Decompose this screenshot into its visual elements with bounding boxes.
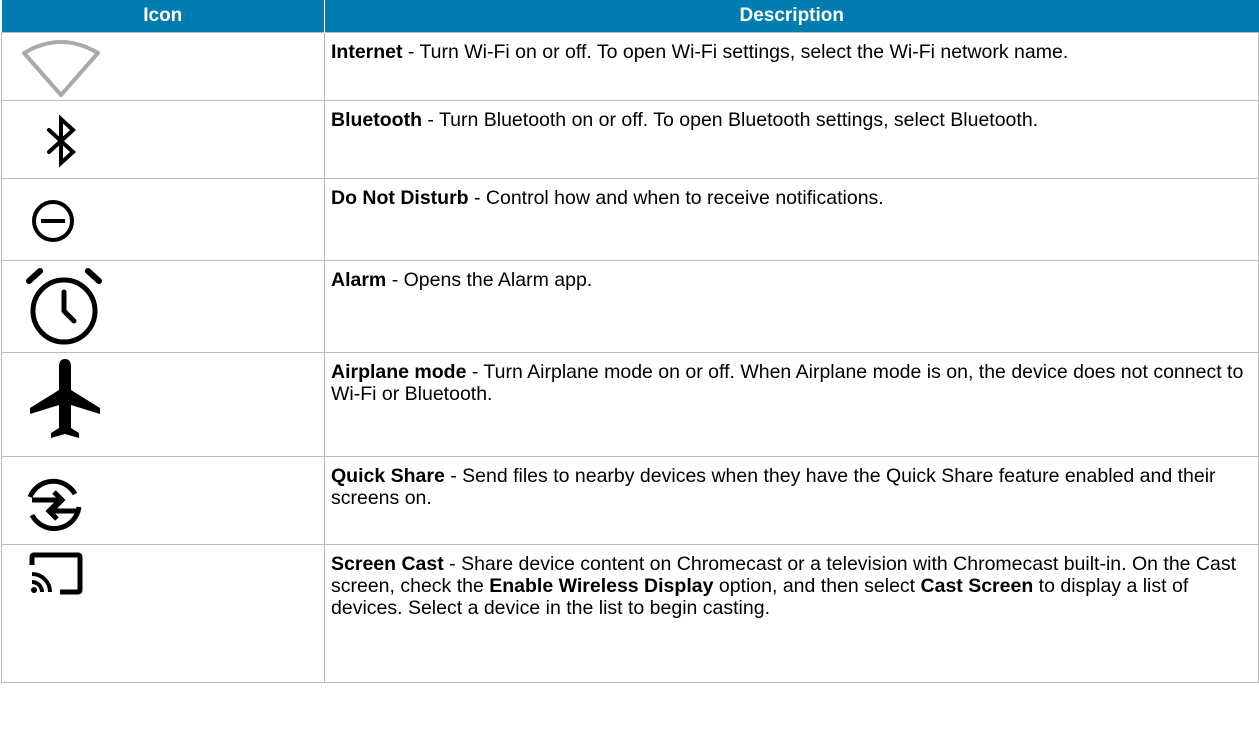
bluetooth-icon	[2, 101, 102, 179]
alarm-icon	[2, 261, 112, 353]
description-cell: Alarm - Opens the Alarm app.	[324, 260, 1259, 353]
feature-name: Internet	[331, 41, 403, 63]
feature-description: - Send files to nearby devices when they…	[331, 465, 1216, 509]
icon-description-table: Icon Description Internet - Turn Wi-Fi o…	[1, 0, 1259, 683]
icon-cell	[1, 456, 325, 545]
feature-description: - Turn Bluetooth on or off. To open Blue…	[421, 109, 1039, 131]
table-row-alarm: Alarm - Opens the Alarm app.	[1, 260, 1259, 353]
cast-screen-text: Cast Screen	[920, 575, 1034, 597]
description-cell: Do Not Disturb - Control how and when to…	[324, 178, 1259, 261]
table-row-do-not-disturb: Do Not Disturb - Control how and when to…	[1, 178, 1259, 261]
description-cell: Airplane mode - Turn Airplane mode on or…	[324, 352, 1259, 457]
feature-name: Screen Cast	[331, 553, 444, 575]
table-row-airplane-mode: Airplane mode - Turn Airplane mode on or…	[1, 352, 1259, 457]
do-not-disturb-icon	[2, 179, 102, 261]
table-header-row: Icon Description	[1, 0, 1259, 33]
feature-description: option, and then select	[713, 575, 921, 597]
feature-description: - Turn Wi-Fi on or off. To open Wi-Fi se…	[402, 41, 1069, 63]
feature-name: Alarm	[331, 269, 387, 291]
icon-cell	[1, 100, 325, 179]
table-row-internet: Internet - Turn Wi-Fi on or off. To open…	[1, 32, 1259, 101]
description-cell: Quick Share - Send files to nearby devic…	[324, 456, 1259, 545]
table-row-quick-share: Quick Share - Send files to nearby devic…	[1, 456, 1259, 545]
feature-description: - Turn Airplane mode on or off. When Air…	[331, 361, 1244, 405]
description-cell: Internet - Turn Wi-Fi on or off. To open…	[324, 32, 1259, 101]
icon-cell	[1, 178, 325, 261]
icon-cell	[1, 544, 325, 683]
feature-name: Do Not Disturb	[331, 187, 469, 209]
feature-description: - Control how and when to receive notifi…	[468, 187, 884, 209]
airplane-icon	[2, 353, 112, 457]
column-header-description: Description	[324, 0, 1259, 33]
icon-cell	[1, 32, 325, 101]
table-row-screen-cast: Screen Cast - Share device content on Ch…	[1, 544, 1259, 683]
feature-name: Bluetooth	[331, 109, 422, 131]
enable-wireless-display-text: Enable Wireless Display	[489, 575, 714, 597]
description-cell: Bluetooth - Turn Bluetooth on or off. To…	[324, 100, 1259, 179]
column-header-icon: Icon	[1, 0, 325, 33]
table-row-bluetooth: Bluetooth - Turn Bluetooth on or off. To…	[1, 100, 1259, 179]
feature-name: Quick Share	[331, 465, 445, 487]
feature-name: Airplane mode	[331, 361, 467, 383]
feature-description: - Opens the Alarm app.	[386, 269, 593, 291]
icon-cell	[1, 260, 325, 353]
description-cell: Screen Cast - Share device content on Ch…	[324, 544, 1259, 683]
icon-cell	[1, 352, 325, 457]
quick-share-icon	[2, 457, 102, 545]
screen-cast-icon	[2, 545, 102, 683]
wifi-icon	[2, 33, 102, 101]
